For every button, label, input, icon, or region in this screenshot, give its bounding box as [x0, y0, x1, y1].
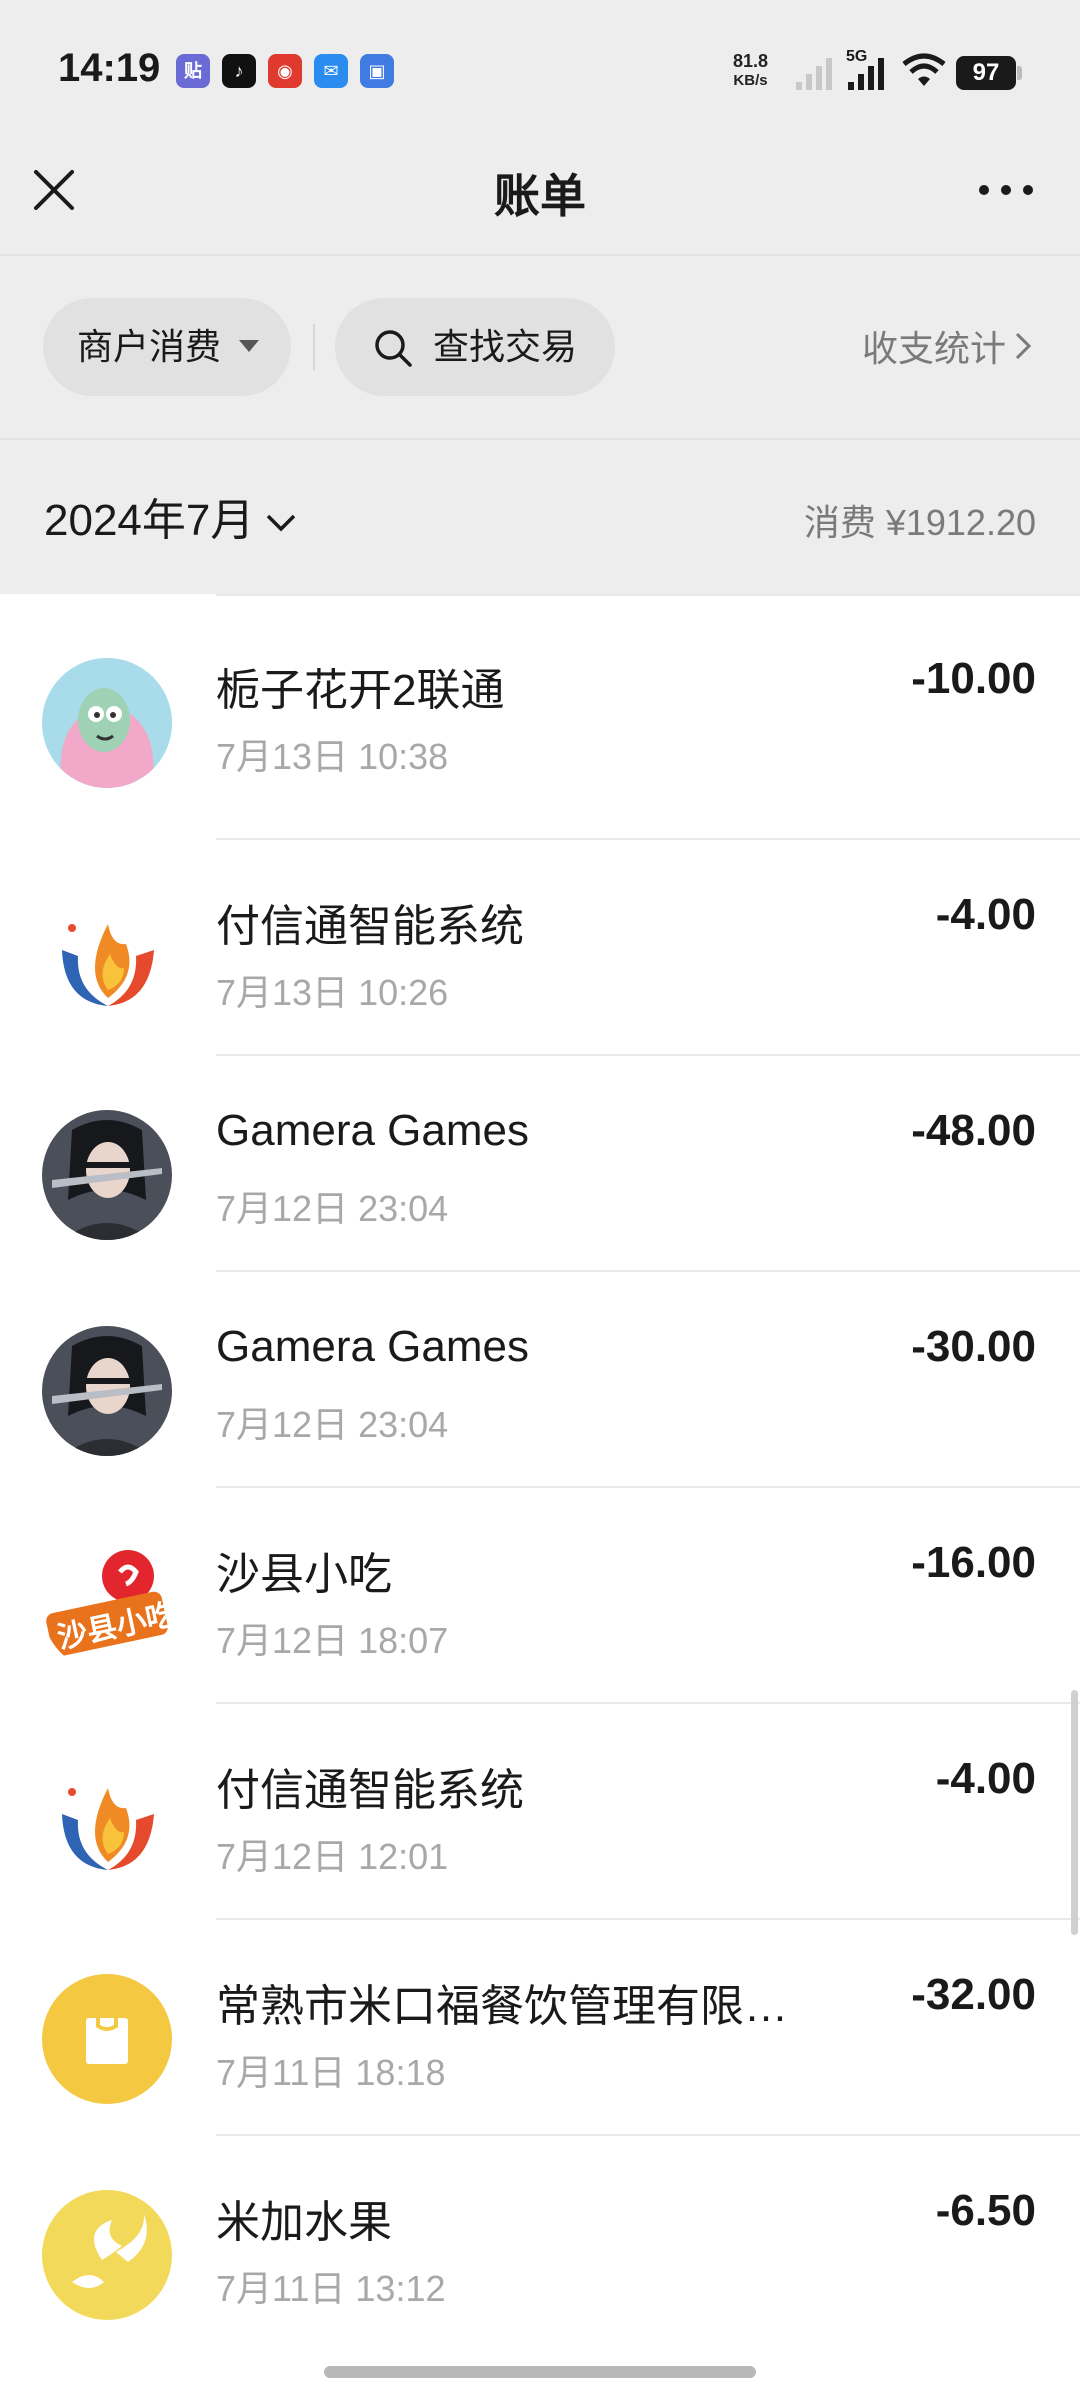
merchant-name: 米加水果 — [216, 2198, 392, 2247]
nav-divider — [0, 254, 1080, 256]
transaction-date: 7月13日 10:38 — [216, 736, 449, 777]
transaction-amount: -30.00 — [911, 1322, 1036, 1371]
row-divider — [216, 1702, 1080, 1704]
flame-logo — [42, 1758, 172, 1888]
merchant-name: 常熟市米口福餐饮管理有限… — [216, 1982, 788, 2031]
wifi-icon — [902, 53, 946, 86]
merchant-name: 付信通智能系统 — [216, 1766, 524, 1815]
merchant-name: 沙县小吃 — [216, 1550, 392, 1599]
month-spending-summary: 消费 ¥1912.20 — [803, 502, 1036, 543]
home-indicator[interactable] — [324, 2366, 756, 2378]
transaction-date: 7月12日 23:04 — [216, 1404, 449, 1445]
mail-icon: ✉ — [314, 54, 348, 88]
game-character-avatar — [42, 1326, 172, 1456]
battery-tip — [1017, 66, 1022, 80]
page-title: 账单 — [494, 170, 586, 222]
row-divider — [216, 594, 1080, 596]
network-speed-unit: KB/s — [733, 72, 768, 89]
cartoon-avatar — [42, 658, 172, 788]
merchant-name: 栀子花开2联通 — [216, 666, 505, 715]
flame-logo — [42, 894, 172, 1024]
transaction-row[interactable]: 米加水果 7月11日 13:12 -6.50 — [0, 2134, 1080, 2350]
row-divider — [216, 838, 1080, 840]
transaction-row[interactable]: 栀子花开2联通 7月13日 10:38 -10.00 — [0, 594, 1080, 838]
dropdown-caret-icon — [239, 340, 259, 352]
status-bar: 14:19 贴 ♪ ◉ ✉ ▣ 81.8 KB/s 5G 97 — [0, 0, 1080, 140]
row-divider — [216, 1270, 1080, 1272]
transaction-amount: -4.00 — [935, 890, 1036, 939]
filter-separator — [313, 324, 315, 370]
network-speed: 81.8 KB/s — [733, 52, 768, 90]
row-divider — [216, 1486, 1080, 1488]
transaction-date: 7月12日 23:04 — [216, 1188, 449, 1229]
transaction-amount: -48.00 — [911, 1106, 1036, 1155]
transaction-amount: -32.00 — [911, 1970, 1036, 2019]
income-expense-stats-link[interactable]: 收支统计 — [862, 320, 1032, 372]
transaction-date: 7月13日 10:26 — [216, 972, 449, 1013]
month-label: 2024年7月 — [44, 496, 255, 545]
birds-logo — [42, 2190, 172, 2320]
merchant-name: 付信通智能系统 — [216, 902, 524, 951]
row-divider — [216, 1054, 1080, 1056]
month-selector[interactable]: 2024年7月 — [44, 484, 298, 548]
transaction-row[interactable]: 常熟市米口福餐饮管理有限… 7月11日 18:18 -32.00 — [0, 1918, 1080, 2134]
chevron-down-icon — [267, 515, 296, 532]
stats-label: 收支统计 — [861, 328, 1006, 369]
filter-divider — [0, 438, 1080, 440]
merchant-name: Gamera Games — [216, 1106, 529, 1155]
chevron-right-icon — [1014, 328, 1032, 370]
app-icon: ▣ — [360, 54, 394, 88]
row-divider — [216, 1918, 1080, 1920]
row-divider — [216, 2134, 1080, 2136]
xiaohongshu-icon: ◉ — [268, 54, 302, 88]
transaction-list: 栀子花开2联通 7月13日 10:38 -10.00 付信通智能系统 7月13日… — [0, 594, 1080, 2350]
shaxian-snacks-logo: 沙县小吃 — [42, 1542, 172, 1672]
shopping-bag-icon — [42, 1974, 172, 2104]
transaction-amount: -10.00 — [911, 654, 1036, 703]
merchant-name: Gamera Games — [216, 1322, 529, 1371]
scrollbar[interactable] — [1071, 1690, 1078, 1935]
transaction-row[interactable]: 付信通智能系统 7月13日 10:26 -4.00 — [0, 838, 1080, 1054]
tieba-icon: 贴 — [176, 54, 210, 88]
transaction-amount: -6.50 — [935, 2186, 1036, 2235]
status-time: 14:19 — [58, 46, 161, 90]
transaction-amount: -16.00 — [911, 1538, 1036, 1587]
category-filter-label: 商户消费 — [77, 326, 222, 367]
transaction-date: 7月11日 13:12 — [216, 2268, 446, 2309]
transaction-date: 7月12日 18:07 — [216, 1620, 449, 1661]
more-icon[interactable] — [976, 178, 1036, 202]
transaction-row[interactable]: Gamera Games 7月12日 23:04 -48.00 — [0, 1054, 1080, 1270]
transaction-row[interactable]: 付信通智能系统 7月12日 12:01 -4.00 — [0, 1702, 1080, 1918]
transaction-date: 7月12日 12:01 — [216, 1836, 449, 1877]
category-filter-button[interactable]: 商户消费 — [43, 298, 291, 396]
tiktok-icon: ♪ — [222, 54, 256, 88]
game-character-avatar — [42, 1110, 172, 1240]
network-speed-value: 81.8 — [733, 51, 769, 71]
transaction-amount: -4.00 — [935, 1754, 1036, 1803]
search-transactions-button[interactable]: 查找交易 — [335, 298, 615, 396]
transaction-row[interactable]: 沙县小吃 沙县小吃 7月12日 18:07 -16.00 — [0, 1486, 1080, 1702]
search-icon — [375, 330, 412, 367]
search-transactions-label: 查找交易 — [433, 326, 578, 367]
battery-indicator: 97 — [956, 56, 1016, 90]
transaction-row[interactable]: Gamera Games 7月12日 23:04 -30.00 — [0, 1270, 1080, 1486]
signal-icon — [848, 58, 884, 90]
transaction-date: 7月11日 18:18 — [216, 2052, 446, 2093]
signal-empty-icon — [796, 58, 832, 90]
